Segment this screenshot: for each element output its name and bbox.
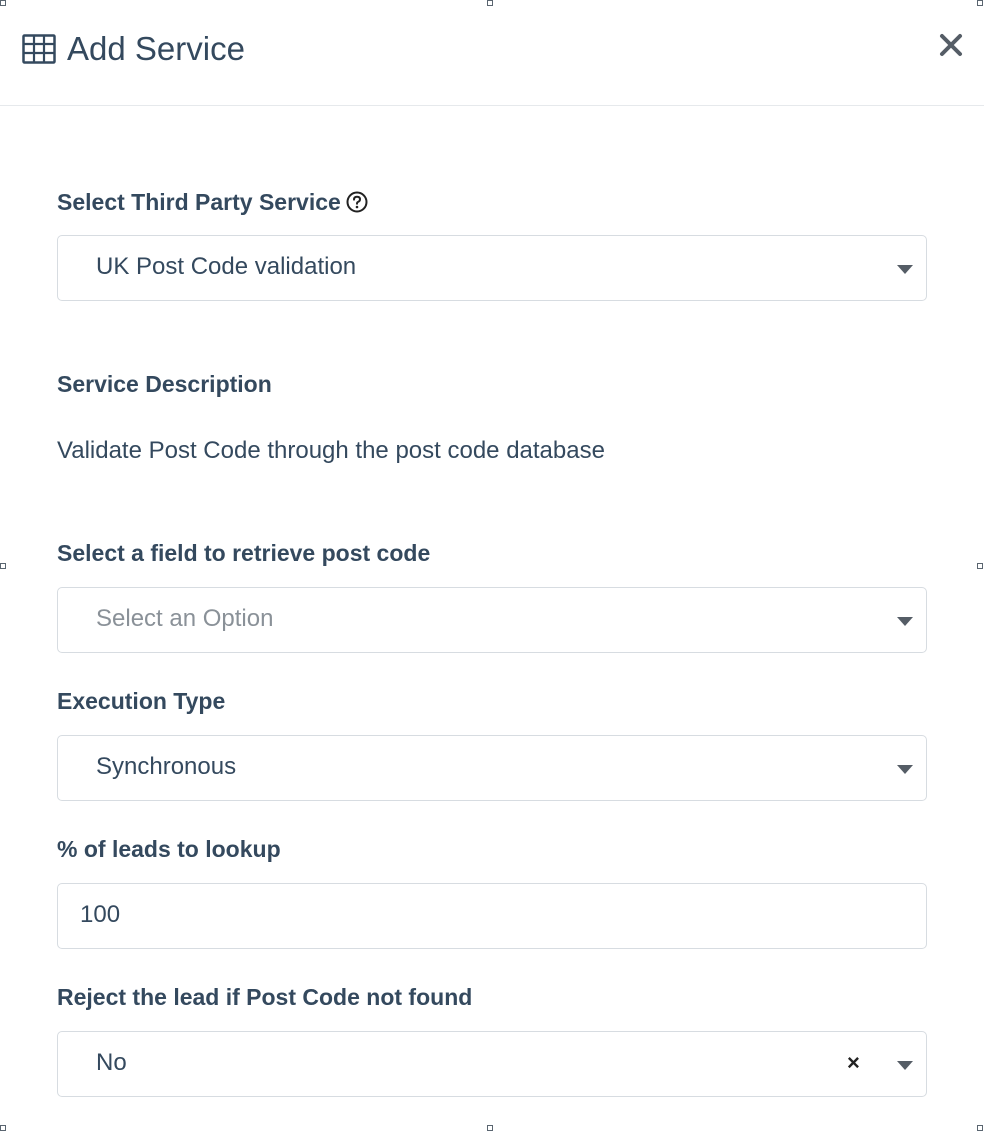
dialog-title: Add Service bbox=[67, 30, 245, 67]
leads-percent-label: % of leads to lookup bbox=[57, 836, 281, 862]
question-circle-icon[interactable] bbox=[346, 191, 368, 213]
resize-handle-bottom[interactable] bbox=[487, 1125, 493, 1131]
resize-handle-bottom-right[interactable] bbox=[977, 1125, 983, 1131]
chevron-down-icon bbox=[897, 265, 913, 274]
service-description-text: Validate Post Code through the post code… bbox=[57, 437, 605, 464]
close-icon[interactable] bbox=[936, 30, 966, 60]
reject-lead-select[interactable]: No × bbox=[57, 1031, 927, 1097]
resize-handle-right[interactable] bbox=[977, 563, 983, 569]
resize-handle-bottom-left[interactable] bbox=[0, 1125, 6, 1131]
leads-percent-value: 100 bbox=[80, 901, 121, 928]
chevron-down-icon bbox=[897, 1061, 913, 1070]
post-code-field-label: Select a field to retrieve post code bbox=[57, 540, 431, 566]
third-party-service-select[interactable]: UK Post Code validation bbox=[57, 235, 927, 301]
reject-lead-label: Reject the lead if Post Code not found bbox=[57, 984, 473, 1010]
execution-type-label: Execution Type bbox=[57, 688, 226, 714]
chevron-down-icon bbox=[897, 765, 913, 774]
third-party-service-label-text: Select Third Party Service bbox=[57, 189, 341, 215]
reject-lead-value: No bbox=[96, 1049, 127, 1076]
execution-type-value: Synchronous bbox=[96, 753, 237, 780]
execution-type-select[interactable]: Synchronous bbox=[57, 735, 927, 801]
table-icon bbox=[22, 34, 56, 64]
chevron-down-icon bbox=[897, 617, 913, 626]
clear-selection-icon[interactable]: × bbox=[847, 1048, 860, 1078]
dialog-header: Add Service bbox=[0, 0, 984, 106]
third-party-service-label: Select Third Party Service bbox=[57, 187, 368, 217]
resize-handle-left[interactable] bbox=[0, 563, 6, 569]
service-description-label: Service Description bbox=[57, 371, 272, 397]
leads-percent-input[interactable]: 100 bbox=[57, 883, 927, 949]
third-party-service-value: UK Post Code validation bbox=[96, 253, 357, 280]
post-code-field-placeholder: Select an Option bbox=[96, 605, 274, 632]
post-code-field-select[interactable]: Select an Option bbox=[57, 587, 927, 653]
